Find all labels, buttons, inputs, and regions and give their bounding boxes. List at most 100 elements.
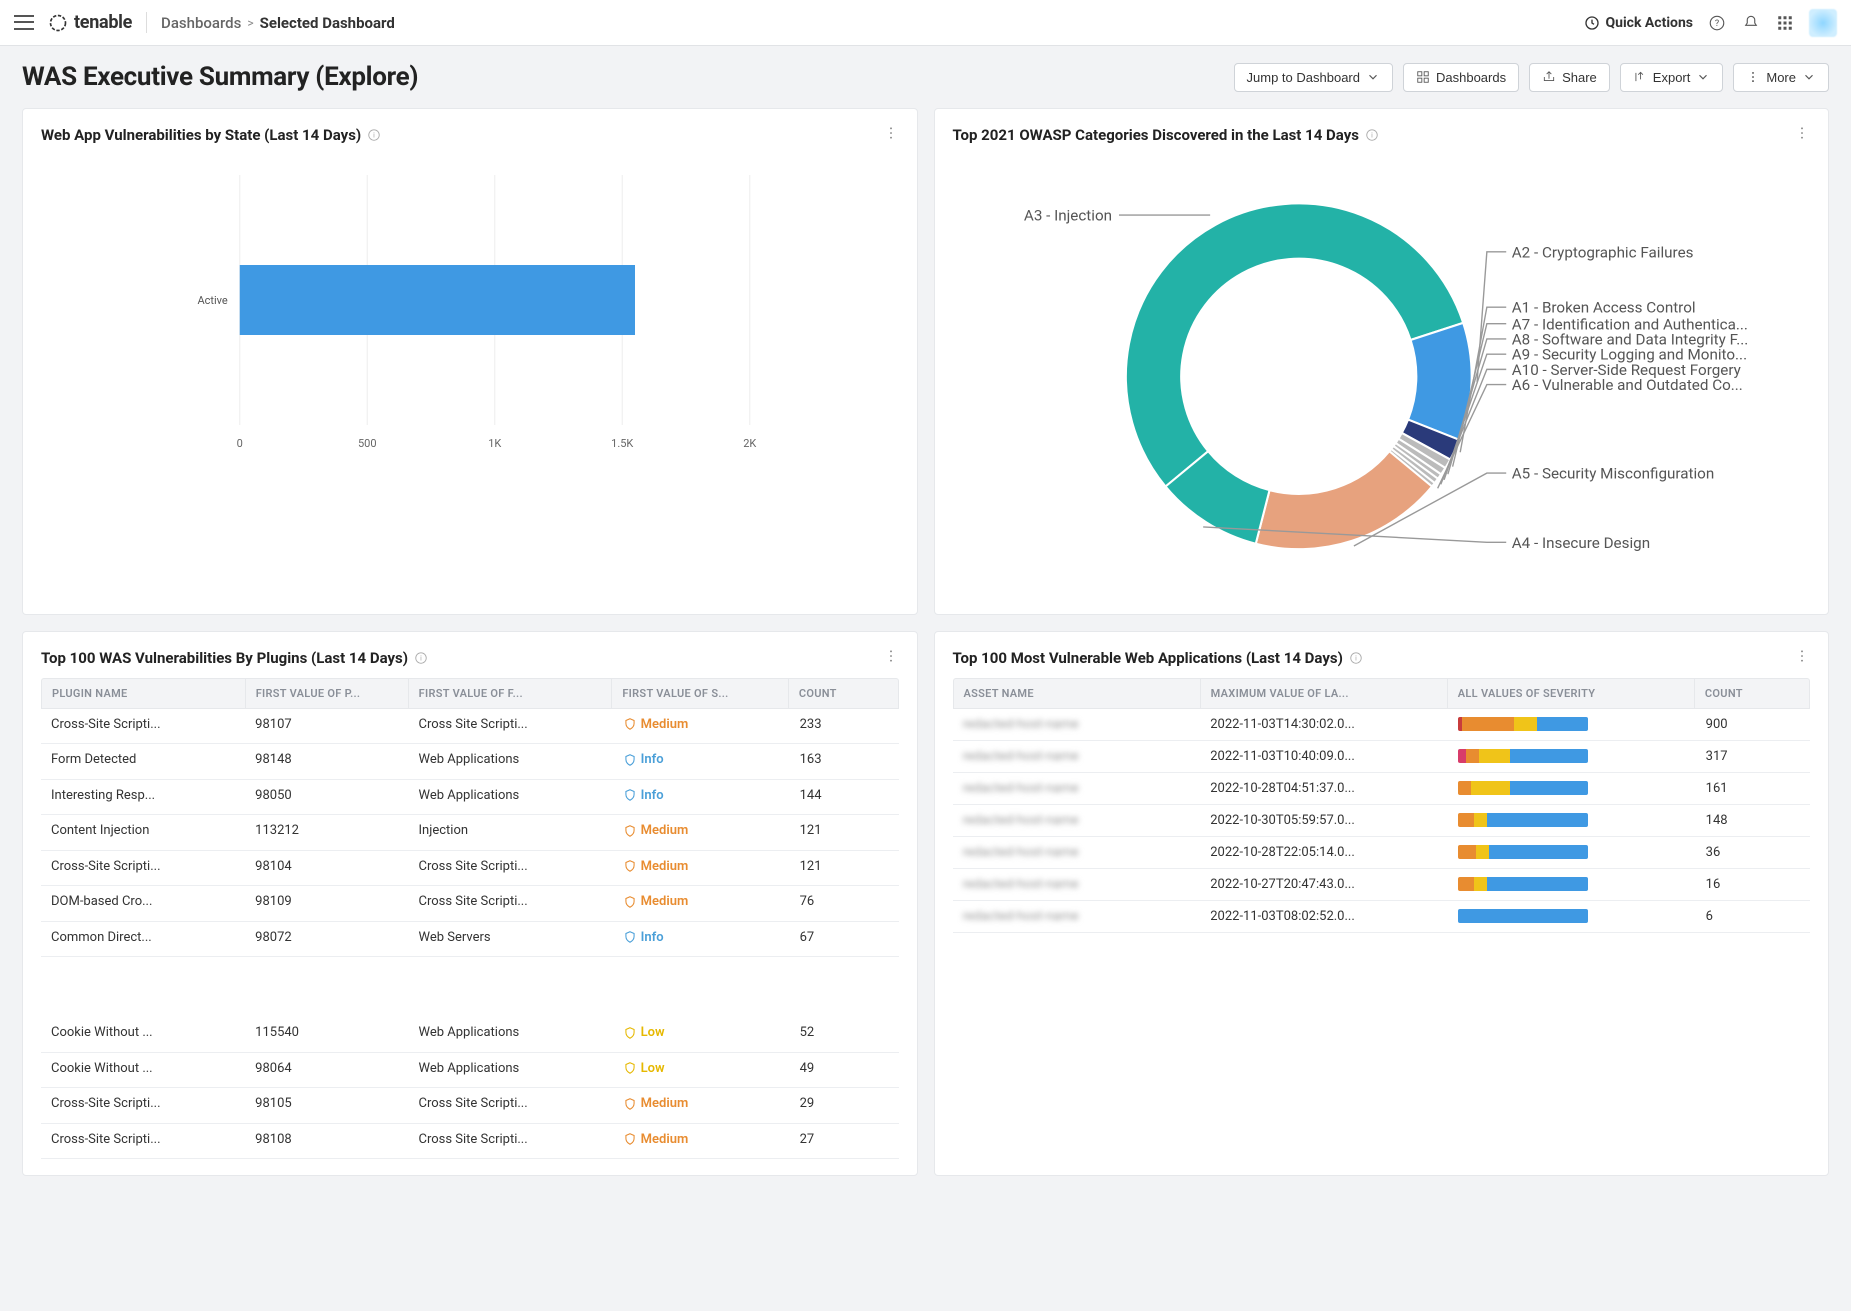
col-plugin-name[interactable]: PLUGIN NAME [42, 679, 246, 708]
table-row[interactable]: Content Injection113212Injection Medium1… [41, 815, 899, 851]
cell-first-f: Web Applications [409, 1053, 613, 1088]
col-first-s[interactable]: FIRST VALUE OF S... [612, 679, 789, 708]
widget-menu-icon[interactable] [1794, 125, 1810, 145]
cell-sev-bar [1448, 805, 1696, 836]
shield-icon [623, 1061, 637, 1075]
table-row[interactable]: redacted-host-name2022-10-30T05:59:57.0.… [953, 805, 1811, 837]
widget-menu-icon[interactable] [1794, 648, 1810, 668]
col-count[interactable]: COUNT [1695, 679, 1809, 708]
shield-icon [623, 788, 637, 802]
widget-title: Top 2021 OWASP Categories Discovered in … [953, 126, 1359, 144]
severity-badge: Low [623, 1025, 665, 1040]
info-icon[interactable]: i [1349, 651, 1363, 665]
table-row[interactable]: Cross-Site Scripti...98104Cross Site Scr… [41, 851, 899, 887]
svg-text:1.5K: 1.5K [611, 437, 633, 450]
info-icon[interactable]: i [414, 651, 428, 665]
top-bar: tenable Dashboards > Selected Dashboard … [0, 0, 1851, 46]
table-row[interactable]: redacted-host-name2022-10-28T22:05:14.0.… [953, 837, 1811, 869]
col-first-p[interactable]: FIRST VALUE OF P... [246, 679, 409, 708]
table-row[interactable]: Cross-Site Scripti...98107Cross Site Scr… [41, 709, 899, 745]
cell-first-f: Cross Site Scripti... [409, 886, 613, 921]
menu-icon[interactable] [14, 13, 34, 33]
cell-severity: Medium [613, 886, 790, 921]
widget-menu-icon[interactable] [883, 125, 899, 145]
widget-top-assets: Top 100 Most Vulnerable Web Applications… [934, 631, 1830, 1177]
table-row[interactable]: redacted-host-name2022-11-03T10:40:09.0.… [953, 741, 1811, 773]
export-button[interactable]: Export [1620, 63, 1724, 92]
jump-to-dashboard-button[interactable]: Jump to Dashboard [1234, 63, 1393, 92]
severity-badge: Low [623, 1061, 665, 1076]
cell-count: 161 [1696, 773, 1810, 804]
table-row[interactable]: Cross-Site Scripti...98105Cross Site Scr… [41, 1088, 899, 1124]
brand-logo[interactable]: tenable [48, 12, 147, 33]
cell-first-p: 98107 [245, 709, 408, 744]
shield-icon [623, 753, 637, 767]
apps-grid-icon[interactable] [1775, 13, 1795, 33]
bell-icon[interactable] [1741, 13, 1761, 33]
cell-asset-name: redacted-host-name [953, 837, 1201, 868]
breadcrumb-current: Selected Dashboard [260, 14, 395, 32]
table-row[interactable]: Cookie Without ...98064Web Applications … [41, 1053, 899, 1089]
cell-last: 2022-11-03T08:02:52.0... [1200, 901, 1448, 932]
table-row[interactable]: Cross-Site Scripti...98108Cross Site Scr… [41, 1124, 899, 1160]
avatar[interactable] [1809, 9, 1837, 37]
severity-bar [1458, 909, 1588, 923]
svg-text:0: 0 [237, 437, 243, 450]
cell-plugin-name: Interesting Resp... [41, 780, 245, 815]
table-row[interactable]: Cookie Without ...115540Web Applications… [41, 1017, 899, 1053]
cell-severity: Medium [613, 1124, 790, 1159]
breadcrumb: Dashboards > Selected Dashboard [161, 14, 395, 32]
cell-asset-name: redacted-host-name [953, 741, 1201, 772]
table-row[interactable]: redacted-host-name2022-11-03T14:30:02.0.… [953, 709, 1811, 741]
export-icon [1633, 70, 1647, 84]
table-row[interactable]: redacted-host-name2022-10-27T20:47:43.0.… [953, 869, 1811, 901]
dashboard-grid: Web App Vulnerabilities by State (Last 1… [0, 102, 1851, 1198]
table-row[interactable]: redacted-host-name2022-11-03T08:02:52.0.… [953, 901, 1811, 933]
table-body: Cookie Without ...115540Web Applications… [41, 1017, 899, 1159]
col-first-f[interactable]: FIRST VALUE OF F... [409, 679, 613, 708]
table-row[interactable]: DOM-based Cro...98109Cross Site Scripti.… [41, 886, 899, 922]
col-count[interactable]: COUNT [789, 679, 898, 708]
dashboards-button[interactable]: Dashboards [1403, 63, 1519, 92]
cell-count: 163 [790, 744, 899, 779]
brand-text: tenable [74, 12, 132, 33]
cell-sev-bar [1448, 709, 1696, 740]
table-row[interactable]: redacted-host-name2022-10-28T04:51:37.0.… [953, 773, 1811, 805]
info-icon[interactable]: i [1365, 128, 1379, 142]
chevron-down-icon [1802, 70, 1816, 84]
severity-badge: Medium [623, 1132, 689, 1147]
breadcrumb-root[interactable]: Dashboards [161, 14, 241, 32]
svg-text:A4 - Insecure Design: A4 - Insecure Design [1511, 534, 1649, 552]
cell-last: 2022-10-27T20:47:43.0... [1200, 869, 1448, 900]
col-severity[interactable]: ALL VALUES OF SEVERITY [1448, 679, 1695, 708]
svg-text:i: i [420, 654, 422, 662]
cell-plugin-name: Cross-Site Scripti... [41, 851, 245, 886]
widget-menu-icon[interactable] [883, 648, 899, 668]
severity-bar [1458, 813, 1588, 827]
severity-badge: Info [623, 930, 664, 945]
cell-first-f: Web Applications [409, 780, 613, 815]
severity-badge: Medium [623, 859, 689, 874]
more-button[interactable]: More [1733, 63, 1829, 92]
col-asset-name[interactable]: ASSET NAME [954, 679, 1201, 708]
chevron-right-icon: > [247, 16, 253, 30]
table-row[interactable]: Interesting Resp...98050Web Applications… [41, 780, 899, 816]
table-row[interactable]: Common Direct...98072Web Servers Info67 [41, 922, 899, 958]
col-max-last[interactable]: MAXIMUM VALUE OF LA... [1201, 679, 1448, 708]
cell-first-f: Web Applications [409, 1017, 613, 1052]
cell-first-p: 98148 [245, 744, 408, 779]
chevron-down-icon [1696, 70, 1710, 84]
cell-sev-bar [1448, 741, 1696, 772]
info-icon[interactable]: i [367, 128, 381, 142]
cell-count: 76 [790, 886, 899, 921]
table-row[interactable]: Form Detected98148Web Applications Info1… [41, 744, 899, 780]
cell-count: 52 [790, 1017, 899, 1052]
cell-asset-name: redacted-host-name [953, 709, 1201, 740]
share-button[interactable]: Share [1529, 63, 1610, 92]
quick-actions-button[interactable]: Quick Actions [1584, 15, 1693, 31]
widget-vulns-by-state: Web App Vulnerabilities by State (Last 1… [22, 108, 918, 615]
help-icon[interactable]: ? [1707, 13, 1727, 33]
cell-first-p: 98104 [245, 851, 408, 886]
shield-icon [623, 859, 637, 873]
table-body: redacted-host-name2022-11-03T14:30:02.0.… [953, 709, 1811, 933]
